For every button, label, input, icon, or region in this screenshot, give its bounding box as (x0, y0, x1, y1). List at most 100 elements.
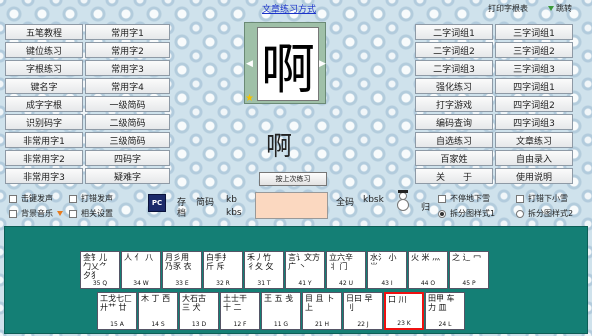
root-key[interactable]: 火 米 灬 44 O (408, 251, 448, 289)
dropdown-arrow-icon[interactable] (57, 211, 63, 216)
root-key[interactable]: 立六辛 丬 门 42 U (326, 251, 366, 289)
right-button[interactable]: 自选练习 (415, 132, 493, 148)
left-button[interactable]: 非常用字1 (5, 132, 83, 148)
right-button[interactable]: 四字词组3 (495, 114, 573, 130)
left-button[interactable]: 二级简码 (85, 114, 170, 130)
option-error-sound[interactable]: 打错发声 (69, 193, 113, 204)
left-button[interactable]: 键名字 (5, 78, 83, 94)
key-roots: 木 丁 西 (141, 294, 171, 303)
radio[interactable] (516, 209, 524, 218)
kbsk-label: kbsk (363, 195, 384, 205)
key-code: 22 J (357, 321, 369, 328)
left-button[interactable]: 键位练习 (5, 42, 83, 58)
key-roots: 口 川 (388, 295, 407, 304)
left-button[interactable]: 常用字1 (85, 24, 170, 40)
key-roots: 立六辛 丬 门 (329, 253, 353, 271)
right-button[interactable]: 使用说明 (495, 168, 573, 184)
right-button[interactable]: 自由录入 (495, 150, 573, 166)
left-button[interactable]: 一级简码 (85, 96, 170, 112)
key-code: 44 O (420, 280, 436, 287)
checkbox[interactable] (438, 194, 446, 203)
key-code: 31 T (257, 280, 271, 287)
print-root-table-link[interactable]: 打印字根表 (488, 3, 528, 14)
prev-practice-button[interactable]: 按上次练习 (259, 172, 327, 186)
key-code: 42 U (339, 280, 353, 287)
root-key[interactable]: 白手扌 斤 斥 32 R (203, 251, 243, 289)
root-key[interactable]: 禾丿竹 彳夂 攵 31 T (244, 251, 284, 289)
root-key[interactable]: 人 亻 八 34 W (121, 251, 161, 289)
right-button[interactable]: 二字词组3 (415, 60, 493, 76)
quanma-label: 全码 (336, 198, 355, 208)
root-key[interactable]: 田甲 车力 皿 24 L (425, 292, 465, 330)
root-key[interactable]: 月彡用 乃豕 衣 33 E (162, 251, 202, 289)
key-code: 14 S (151, 321, 165, 328)
checkbox[interactable] (9, 209, 17, 218)
left-button[interactable]: 五笔教程 (5, 24, 83, 40)
right-button[interactable]: 百家姓 (415, 150, 493, 166)
option-split-style-2[interactable]: 拆分图样式2 (516, 208, 573, 219)
radio[interactable] (438, 209, 446, 218)
option-settings[interactable]: 相关设置 (69, 208, 113, 219)
left-button[interactable]: 疑难字 (85, 168, 170, 184)
left-button[interactable]: 四码字 (85, 150, 170, 166)
right-button[interactable]: 二字词组1 (415, 24, 493, 40)
left-button[interactable]: 成字字根 (5, 96, 83, 112)
root-key[interactable]: 口 川 23 K (384, 292, 424, 330)
right-button[interactable]: 文章练习 (495, 132, 573, 148)
kbs-label: kbs (226, 208, 242, 218)
key-roots: 目 且 卜 上 (305, 294, 335, 312)
root-key[interactable]: 日曰 早 刂 22 J (343, 292, 383, 330)
option-split-style-1[interactable]: 拆分图样式1 (438, 208, 495, 219)
checkbox[interactable] (69, 194, 77, 203)
root-key[interactable]: 大石古 三 犬 13 D (179, 292, 219, 330)
key-code: 43 I (381, 280, 393, 287)
right-button[interactable]: 强化练习 (415, 78, 493, 94)
left-button[interactable]: 三级简码 (85, 132, 170, 148)
left-button[interactable]: 非常用字2 (5, 150, 83, 166)
key-roots: 禾丿竹 彳夂 攵 (247, 253, 274, 271)
option-snow-continuous[interactable]: 不停地下雪 (438, 193, 490, 204)
right-button[interactable]: 打字游戏 (415, 96, 493, 112)
key-roots: 水氵 小⺌ (370, 253, 397, 271)
root-key[interactable]: 王 五 戋 11 G (261, 292, 301, 330)
root-key[interactable]: 言讠文方 广 丶 41 Y (285, 251, 325, 289)
next-glyph-arrow-icon[interactable]: ▶ (319, 59, 326, 69)
left-button[interactable]: 常用字4 (85, 78, 170, 94)
right-button[interactable]: 四字词组1 (495, 78, 573, 94)
right-button[interactable]: 四字词组2 (495, 96, 573, 112)
root-key[interactable]: 土士干 十 二 12 F (220, 292, 260, 330)
right-button[interactable]: 编码查询 (415, 114, 493, 130)
checkbox[interactable] (69, 209, 77, 218)
left-button[interactable]: 常用字3 (85, 60, 170, 76)
left-button[interactable]: 常用字2 (85, 42, 170, 58)
right-button[interactable]: 三字词组2 (495, 42, 573, 58)
key-roots: 土士干 十 二 (223, 294, 247, 312)
root-keyboard: 金钅儿 勹乂⺈ 夕犭 35 Q 人 亻 八 34 W 月彡用 乃豕 衣 33 E 白手扌 斤… (4, 226, 588, 334)
root-key[interactable]: 目 且 卜 上 21 H (302, 292, 342, 330)
option-bg-music[interactable]: 背景音乐 (9, 208, 63, 219)
checkbox[interactable] (516, 194, 524, 203)
option-key-sound[interactable]: 击键发声 (9, 193, 53, 204)
article-mode-link[interactable]: 文章练习方式 (262, 2, 316, 15)
input-field[interactable] (255, 192, 328, 219)
root-key[interactable]: 之 辶 冖 45 P (449, 251, 489, 289)
key-code: 12 F (233, 321, 247, 328)
root-key[interactable]: 水氵 小⺌ 43 I (367, 251, 407, 289)
left-button[interactable]: 识别码字 (5, 114, 83, 130)
root-key[interactable]: 金钅儿 勹乂⺈ 夕犭 35 Q (80, 251, 120, 289)
key-roots: 大石古 三 犬 (182, 294, 206, 312)
checkbox[interactable] (9, 194, 17, 203)
right-button[interactable]: 二字词组2 (415, 42, 493, 58)
right-button[interactable]: 三字词组3 (495, 60, 573, 76)
left-button[interactable]: 非常用字3 (5, 168, 83, 184)
key-roots: 言讠文方 广 丶 (288, 253, 320, 271)
skip-link[interactable]: 跳转 (556, 3, 572, 14)
left-button[interactable]: 字根练习 (5, 60, 83, 76)
right-button[interactable]: 关 于 (415, 168, 493, 184)
root-key[interactable]: 木 丁 西 14 S (138, 292, 178, 330)
prev-glyph-arrow-icon[interactable]: ◀ (246, 59, 253, 69)
option-snow-on-error[interactable]: 打错下小雪 (516, 193, 568, 204)
right-button[interactable]: 三字词组1 (495, 24, 573, 40)
root-key[interactable]: 工戈七匚 廾艹 廿 15 A (97, 292, 137, 330)
pc-save-icon[interactable]: PC (148, 194, 166, 212)
